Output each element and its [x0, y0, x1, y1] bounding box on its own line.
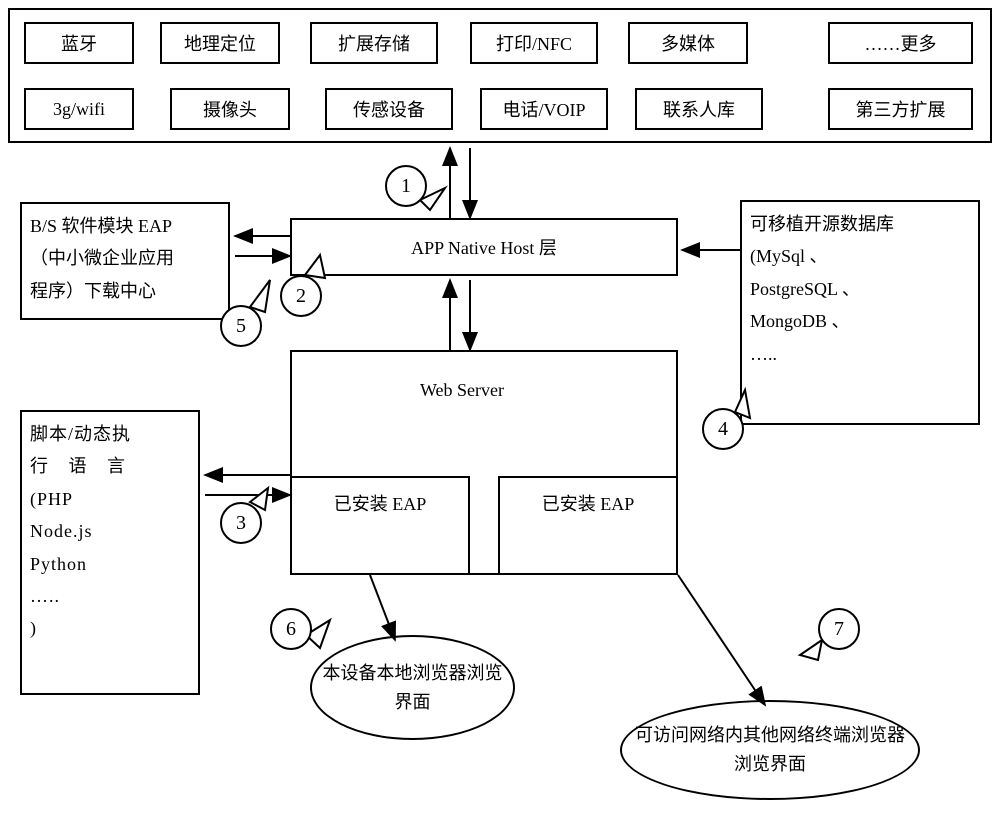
cap-more: ……更多	[828, 22, 973, 64]
web-server-label: Web Server	[420, 380, 504, 401]
local-browser-ellipse: 本设备本地浏览器浏览界面	[310, 635, 515, 740]
app-native-host: APP Native Host 层	[290, 218, 678, 276]
cap-storage: 扩展存储	[310, 22, 438, 64]
callout-6: 6	[270, 608, 312, 650]
cap-geo: 地理定位	[160, 22, 280, 64]
cap-contacts: 联系人库	[635, 88, 763, 130]
script-lang-text: 脚本/动态执 行 语 言 (PHP Node.js Python ….. )	[30, 418, 200, 645]
callout-2: 2	[280, 275, 322, 317]
cap-bluetooth: 蓝牙	[24, 22, 134, 64]
callout-1: 1	[385, 165, 427, 207]
callout-7: 7	[818, 608, 860, 650]
installed-eap-right: 已安装 EAP	[498, 476, 678, 575]
callout-3: 3	[220, 502, 262, 544]
cap-camera: 摄像头	[170, 88, 290, 130]
bs-software-eap-text: B/S 软件模块 EAP （中小微企业应用 程序）下载中心	[30, 210, 230, 307]
cap-3rdparty: 第三方扩展	[828, 88, 973, 130]
cap-sensor: 传感设备	[325, 88, 453, 130]
callout-4: 4	[702, 408, 744, 450]
network-browser-ellipse: 可访问网络内其他网络终端浏览器浏览界面	[620, 700, 920, 800]
installed-eap-left: 已安装 EAP	[290, 476, 470, 575]
diagram-canvas: 蓝牙 地理定位 扩展存储 打印/NFC 多媒体 ……更多 3g/wifi 摄像头…	[0, 0, 1000, 815]
cap-phone-voip: 电话/VOIP	[480, 88, 608, 130]
callout-5: 5	[220, 305, 262, 347]
cap-3g-wifi: 3g/wifi	[24, 88, 134, 130]
cap-media: 多媒体	[628, 22, 748, 64]
database-text: 可移植开源数据库 (MySql 、 PostgreSQL 、 MongoDB 、…	[750, 208, 980, 370]
cap-print-nfc: 打印/NFC	[470, 22, 598, 64]
